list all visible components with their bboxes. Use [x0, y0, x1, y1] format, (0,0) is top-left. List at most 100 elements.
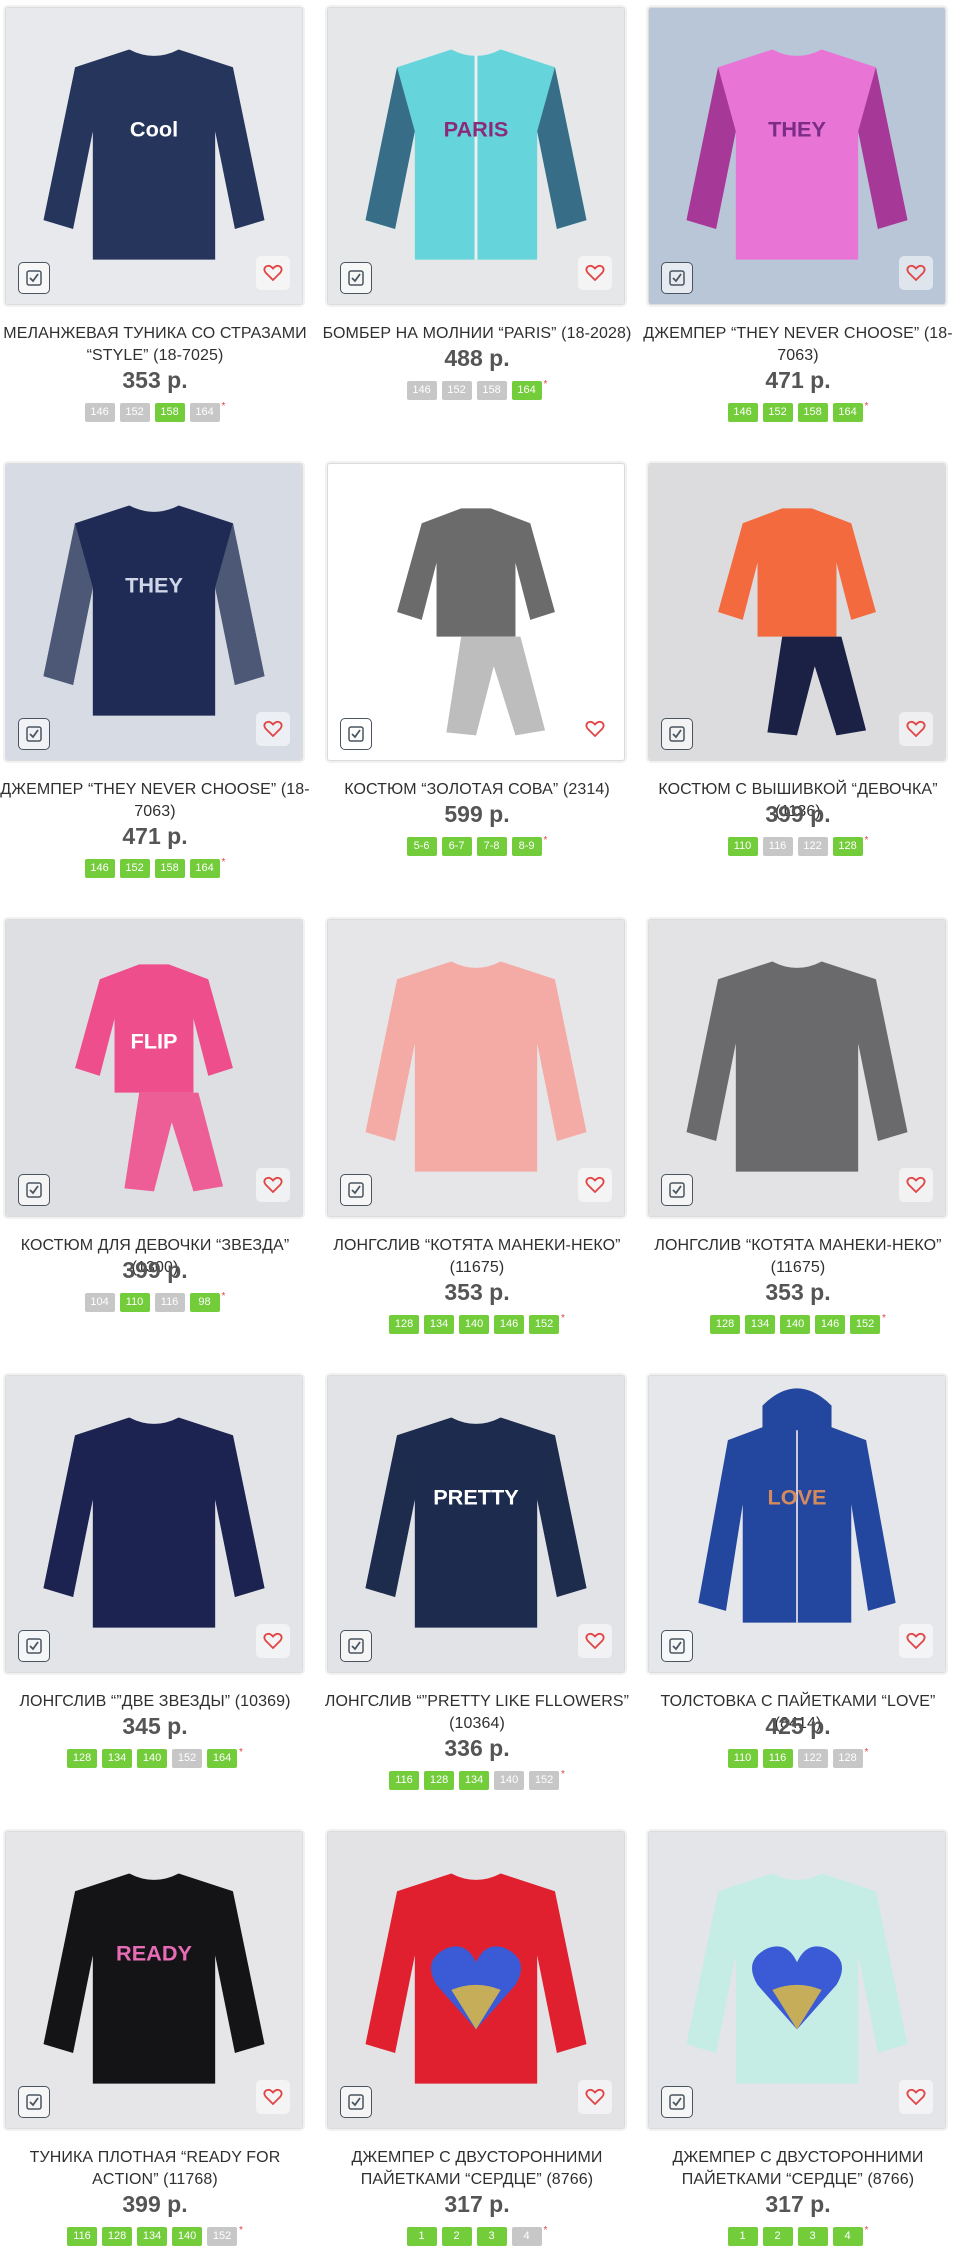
product-card[interactable]: Cool МЕЛАНЖЕВАЯ ТУНИКА СО СТРАЗАМИ “STYL…	[0, 5, 320, 461]
size-option[interactable]: 146	[815, 1315, 846, 1334]
size-option[interactable]: 140	[172, 2227, 203, 2246]
favorite-button[interactable]	[578, 1624, 612, 1658]
product-photo[interactable]	[648, 919, 946, 1217]
size-option[interactable]: 2	[762, 2227, 793, 2246]
product-photo[interactable]	[327, 463, 625, 761]
product-title[interactable]: ДЖЕМПЕР “THEY NEVER CHOOSE” (18-7063)	[0, 779, 310, 823]
compare-button[interactable]	[340, 1630, 372, 1662]
size-option[interactable]: 1	[406, 2227, 437, 2246]
product-card[interactable]: LOVE ТОЛСТОВКА С ПАЙЕТКАМИ “LOVE” (8414)…	[643, 1373, 953, 1829]
product-title[interactable]: ЛОНГСЛИВ “”PRETTY LIKE FLLOWERS” (10364)	[322, 1691, 632, 1735]
size-option[interactable]: 134	[459, 1771, 490, 1790]
size-option[interactable]: 164	[189, 859, 220, 878]
size-option[interactable]: 134	[102, 1749, 133, 1768]
product-card[interactable]: FLIP КОСТЮМ ДЛЯ ДЕВОЧКИ “ЗВЕЗДА” (1300) …	[0, 917, 320, 1373]
size-option[interactable]: 128	[67, 1749, 98, 1768]
compare-button[interactable]	[340, 2086, 372, 2118]
size-option[interactable]: 4	[832, 2227, 863, 2246]
size-option[interactable]: 164	[832, 403, 863, 422]
size-option[interactable]: 134	[424, 1315, 455, 1334]
size-option[interactable]: 158	[154, 403, 185, 422]
size-option[interactable]: 128	[710, 1315, 741, 1334]
compare-button[interactable]	[340, 1174, 372, 1206]
product-photo[interactable]	[648, 463, 946, 761]
size-option[interactable]: 7-8	[476, 837, 507, 856]
size-option[interactable]: 140	[459, 1315, 490, 1334]
size-option[interactable]: 98	[189, 1293, 220, 1312]
size-option[interactable]: 1	[727, 2227, 758, 2246]
product-title[interactable]: ЛОНГСЛИВ “”ДВЕ ЗВЕЗДЫ” (10369)	[0, 1691, 310, 1713]
compare-button[interactable]	[340, 718, 372, 750]
product-photo[interactable]	[327, 1831, 625, 2129]
favorite-button[interactable]	[578, 256, 612, 290]
size-option[interactable]: 110	[119, 1293, 150, 1312]
product-title[interactable]: ДЖЕМПЕР С ДВУСТОРОННИМИ ПАЙЕТКАМИ “СЕРДЦ…	[322, 2147, 632, 2191]
product-photo[interactable]	[5, 1375, 303, 1673]
product-title[interactable]: ТУНИКА ПЛОТНАЯ “READY FOR ACTION” (11768…	[0, 2147, 310, 2191]
size-option[interactable]: 128	[832, 837, 863, 856]
product-card[interactable]: THEY ДЖЕМПЕР “THEY NEVER CHOOSE” (18-706…	[643, 5, 953, 461]
product-title[interactable]: МЕЛАНЖЕВАЯ ТУНИКА СО СТРАЗАМИ “STYLE” (1…	[0, 323, 310, 367]
size-option[interactable]: 146	[494, 1315, 525, 1334]
product-photo[interactable]: THEY	[5, 463, 303, 761]
product-title[interactable]: КОСТЮМ “ЗОЛОТАЯ СОВА” (2314)	[322, 779, 632, 801]
product-card[interactable]: PARIS БОМБЕР НА МОЛНИИ “PARIS” (18-2028)…	[322, 5, 642, 461]
product-title[interactable]: ДЖЕМПЕР С ДВУСТОРОННИМИ ПАЙЕТКАМИ “СЕРДЦ…	[643, 2147, 953, 2191]
product-card[interactable]: ДЖЕМПЕР С ДВУСТОРОННИМИ ПАЙЕТКАМИ “СЕРДЦ…	[322, 1829, 642, 2263]
size-option[interactable]: 116	[762, 1749, 793, 1768]
favorite-button[interactable]	[256, 1624, 290, 1658]
favorite-button[interactable]	[256, 1168, 290, 1202]
product-title[interactable]: ДЖЕМПЕР “THEY NEVER CHOOSE” (18-7063)	[643, 323, 953, 367]
size-option[interactable]: 152	[762, 403, 793, 422]
product-photo[interactable]: PRETTY	[327, 1375, 625, 1673]
size-option[interactable]: 128	[102, 2227, 133, 2246]
size-option[interactable]: 152	[850, 1315, 881, 1334]
compare-button[interactable]	[18, 718, 50, 750]
size-option[interactable]: 3	[476, 2227, 507, 2246]
favorite-button[interactable]	[578, 1168, 612, 1202]
product-photo[interactable]: LOVE	[648, 1375, 946, 1673]
favorite-button[interactable]	[256, 2080, 290, 2114]
product-photo[interactable]: READY	[5, 1831, 303, 2129]
size-option[interactable]: 116	[389, 1771, 420, 1790]
size-option[interactable]: 110	[727, 1749, 758, 1768]
product-photo[interactable]: PARIS	[327, 7, 625, 305]
product-card[interactable]: КОСТЮМ “ЗОЛОТАЯ СОВА” (2314) 599 р. 5-6 6…	[322, 461, 642, 917]
size-option[interactable]: 152	[529, 1315, 560, 1334]
product-card[interactable]: THEY ДЖЕМПЕР “THEY NEVER CHOOSE” (18-706…	[0, 461, 320, 917]
product-card[interactable]: КОСТЮМ С ВЫШИВКОЙ “ДЕВОЧКА” (1136) 399 р…	[643, 461, 953, 917]
size-option[interactable]: 158	[154, 859, 185, 878]
size-option[interactable]: 5-6	[406, 837, 437, 856]
compare-button[interactable]	[18, 262, 50, 294]
size-option[interactable]: 140	[780, 1315, 811, 1334]
favorite-button[interactable]	[899, 256, 933, 290]
product-card[interactable]: ЛОНГСЛИВ “КОТЯТА МАНЕКИ-НЕКО” (11675) 35…	[322, 917, 642, 1373]
size-option[interactable]: 110	[727, 837, 758, 856]
product-photo[interactable]: Cool	[5, 7, 303, 305]
size-option[interactable]: 158	[797, 403, 828, 422]
product-card[interactable]: PRETTY ЛОНГСЛИВ “”PRETTY LIKE FLLOWERS” …	[322, 1373, 642, 1829]
size-option[interactable]: 134	[745, 1315, 776, 1334]
product-title[interactable]: БОМБЕР НА МОЛНИИ “PARIS” (18-2028)	[322, 323, 632, 345]
product-card[interactable]: ДЖЕМПЕР С ДВУСТОРОННИМИ ПАЙЕТКАМИ “СЕРДЦ…	[643, 1829, 953, 2263]
size-option[interactable]: 116	[67, 2227, 98, 2246]
favorite-button[interactable]	[578, 2080, 612, 2114]
product-photo[interactable]: FLIP	[5, 919, 303, 1217]
compare-button[interactable]	[661, 1174, 693, 1206]
size-option[interactable]: 146	[84, 859, 115, 878]
compare-button[interactable]	[661, 1630, 693, 1662]
favorite-button[interactable]	[899, 2080, 933, 2114]
compare-button[interactable]	[661, 718, 693, 750]
size-option[interactable]: 128	[389, 1315, 420, 1334]
product-photo[interactable]	[648, 1831, 946, 2129]
size-option[interactable]: 6-7	[441, 837, 472, 856]
favorite-button[interactable]	[899, 712, 933, 746]
favorite-button[interactable]	[256, 256, 290, 290]
product-title[interactable]: ЛОНГСЛИВ “КОТЯТА МАНЕКИ-НЕКО” (11675)	[322, 1235, 632, 1279]
favorite-button[interactable]	[256, 712, 290, 746]
product-card[interactable]: ЛОНГСЛИВ “КОТЯТА МАНЕКИ-НЕКО” (11675) 35…	[643, 917, 953, 1373]
size-option[interactable]: 2	[441, 2227, 472, 2246]
size-option[interactable]: 164	[207, 1749, 238, 1768]
compare-button[interactable]	[661, 262, 693, 294]
size-option[interactable]: 134	[137, 2227, 168, 2246]
